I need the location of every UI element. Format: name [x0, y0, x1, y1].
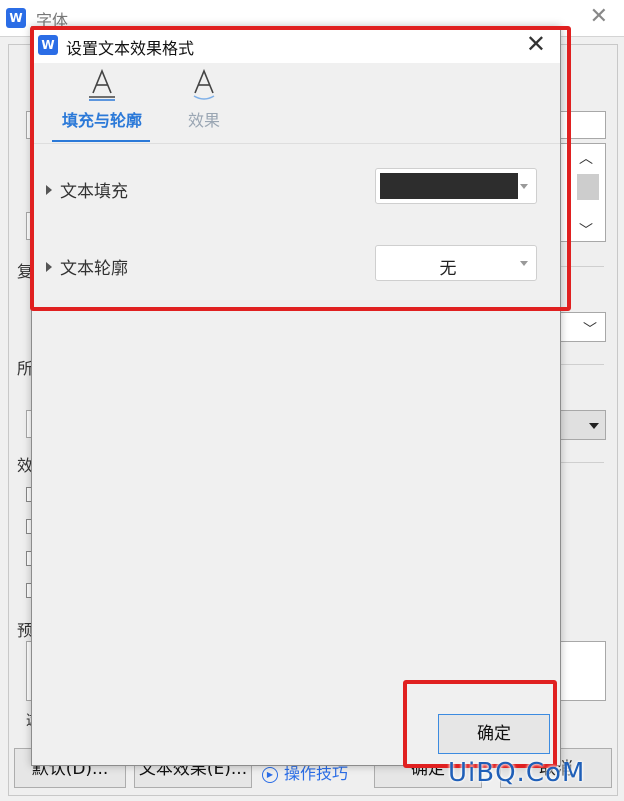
background-close-icon[interactable]: ✕: [590, 4, 608, 29]
background-dropdown[interactable]: [560, 410, 606, 440]
divider: [560, 462, 604, 463]
tips-label: 操作技巧: [284, 764, 349, 783]
background-dropdown[interactable]: ﹀: [560, 312, 606, 342]
scrollbar-thumb[interactable]: [577, 174, 599, 200]
preview-box: [560, 641, 606, 701]
scroll-down-icon[interactable]: ﹀: [579, 220, 593, 240]
divider: [560, 364, 604, 365]
watermark: UiBQ.CoM: [448, 758, 586, 788]
play-icon: ▶: [262, 766, 278, 783]
chevron-down-icon: ﹀: [583, 322, 597, 338]
highlight-box: [403, 680, 557, 768]
scroll-up-icon[interactable]: ︿: [579, 148, 593, 168]
highlight-box: [30, 26, 571, 311]
caret-down-icon: [589, 423, 599, 429]
wps-logo-icon: W: [6, 8, 26, 28]
